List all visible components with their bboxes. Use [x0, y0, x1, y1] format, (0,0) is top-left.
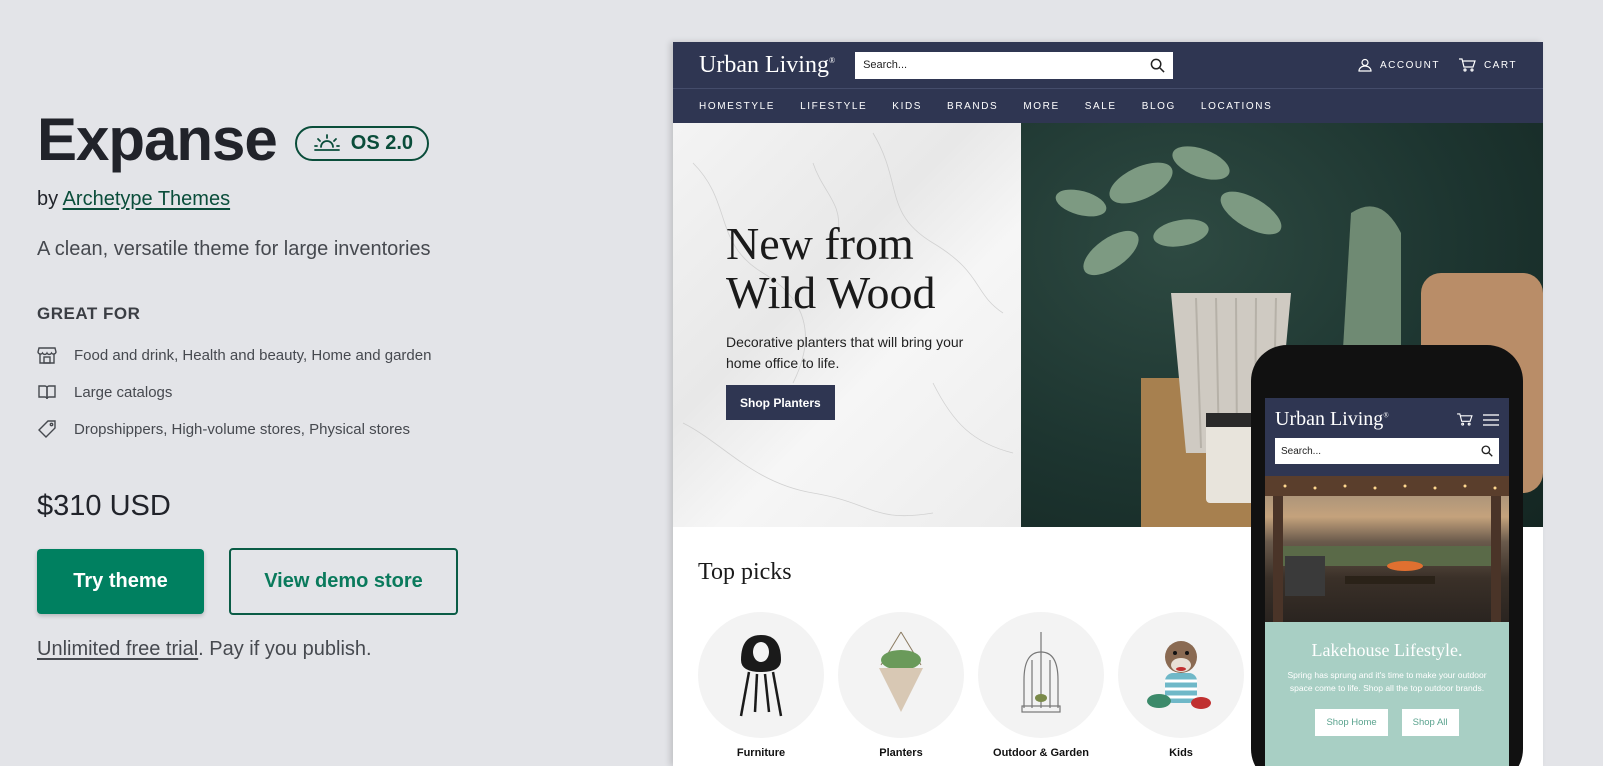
great-for-text: Dropshippers, High-volume stores, Physic…: [74, 420, 410, 438]
mobile-search-input[interactable]: [1281, 445, 1481, 457]
category-label: Outdoor & Garden: [993, 747, 1089, 759]
chair-icon: [739, 635, 783, 717]
cart-link[interactable]: CART: [1458, 58, 1517, 72]
search-icon[interactable]: [1481, 445, 1493, 457]
nav-item-blog[interactable]: BLOG: [1142, 101, 1176, 112]
promo-text: Spring has sprung and it's time to make …: [1287, 670, 1487, 693]
category-card-planters[interactable]: Planters: [838, 612, 964, 759]
search-icon[interactable]: [1150, 58, 1165, 73]
account-label: ACCOUNT: [1380, 59, 1440, 71]
great-for-heading: GREAT FOR: [37, 304, 141, 323]
cart-label: CART: [1483, 59, 1517, 71]
store-search-input[interactable]: [863, 59, 1151, 71]
nav-item-more[interactable]: MORE: [1023, 101, 1059, 112]
title-row: Expanse OS 2.0: [37, 105, 430, 175]
category-card-kids[interactable]: Kids: [1118, 612, 1244, 759]
book-icon: [38, 385, 56, 400]
try-theme-button[interactable]: Try theme: [37, 549, 204, 614]
view-demo-store-button[interactable]: View demo store: [229, 548, 458, 615]
great-for-item: Food and drink, Health and beauty, Home …: [37, 345, 431, 365]
sunrise-icon: [313, 134, 340, 151]
author-link[interactable]: Archetype Themes: [63, 188, 231, 210]
great-for-text: Food and drink, Health and beauty, Home …: [74, 346, 432, 364]
category-label: Planters: [879, 747, 923, 759]
mobile-preview: Urban Living® Search... Lakehouse Lifest…: [1251, 345, 1523, 766]
marble-background: [673, 123, 1021, 527]
menu-icon[interactable]: [1483, 413, 1499, 426]
hero-text: Decorative planters that will bring your…: [726, 334, 964, 371]
great-for-text: Large catalogs: [74, 383, 173, 401]
planter-icon: [879, 631, 923, 712]
top-picks-title: Top picks: [698, 559, 792, 585]
category-label: Furniture: [736, 747, 786, 759]
nav-item-sale[interactable]: SALE: [1085, 101, 1117, 112]
by-prefix: by: [37, 188, 59, 210]
great-for-item: Large catalogs: [37, 382, 172, 402]
trial-suffix: . Pay if you publish.: [198, 638, 372, 660]
category-card-outdoor-garden[interactable]: Outdoor & Garden: [978, 612, 1104, 759]
store-search-bar: [855, 51, 1174, 79]
great-for-item: Dropshippers, High-volume stores, Physic…: [37, 419, 410, 439]
free-trial-link[interactable]: Unlimited free trial: [37, 638, 198, 660]
promo-heading: Lakehouse Lifestyle.: [1311, 640, 1463, 660]
patio-illustration: [1265, 476, 1509, 622]
store-logo[interactable]: Urban Living®: [699, 52, 835, 79]
os-badge-label: OS 2.0: [350, 131, 414, 154]
mobile-logo[interactable]: Urban Living®: [1275, 408, 1389, 431]
patio-photo: [1265, 476, 1509, 622]
trial-note: Unlimited free trial. Pay if you publish…: [37, 638, 372, 661]
nav-item-lifestyle[interactable]: LIFESTYLE: [800, 101, 867, 112]
shop-all-button[interactable]: Shop All: [1401, 709, 1459, 736]
nav-item-kids[interactable]: KIDS: [892, 101, 922, 112]
nav-item-brands[interactable]: BRANDS: [947, 101, 998, 112]
mobile-header: Urban Living®: [1265, 398, 1509, 476]
shop-home-button[interactable]: Shop Home: [1315, 709, 1388, 736]
cart-icon[interactable]: [1456, 413, 1473, 426]
marble-veins: [682, 132, 1014, 517]
user-icon: [1358, 58, 1372, 72]
theme-title: Expanse: [37, 106, 278, 173]
tag-icon: [38, 420, 56, 438]
category-card-furniture[interactable]: Furniture: [698, 612, 824, 759]
hero-heading: New from Wild Wood: [726, 218, 936, 318]
shop-planters-button[interactable]: Shop Planters: [726, 385, 835, 420]
account-link[interactable]: ACCOUNT: [1358, 58, 1440, 72]
cart-icon: [1458, 58, 1476, 72]
theme-tagline: A clean, versatile theme for large inven…: [37, 238, 431, 260]
sock-monkey-icon: [1147, 641, 1211, 709]
mobile-screen: Urban Living® Search... Lakehouse Lifest…: [1265, 398, 1509, 766]
nav-item-homestyle[interactable]: HOMESTYLE: [699, 101, 775, 112]
birdcage-icon: [1021, 632, 1061, 713]
header-actions: ACCOUNT CART: [1340, 58, 1517, 72]
byline: by Archetype Themes: [37, 188, 230, 211]
store-icon: [37, 347, 57, 364]
store-nav: HOMESTYLE LIFESTYLE KIDS BRANDS MORE SAL…: [673, 88, 1543, 123]
category-label: Kids: [1169, 747, 1193, 759]
mobile-search-bar: [1275, 438, 1499, 464]
nav-item-locations[interactable]: LOCATIONS: [1201, 101, 1272, 112]
os-badge: OS 2.0: [294, 125, 430, 161]
theme-price: $310 USD: [37, 490, 171, 522]
store-header: Urban Living® ACCOUNT CART: [673, 42, 1543, 88]
promo-banner: Lakehouse Lifestyle. Spring has sprung a…: [1265, 622, 1509, 766]
